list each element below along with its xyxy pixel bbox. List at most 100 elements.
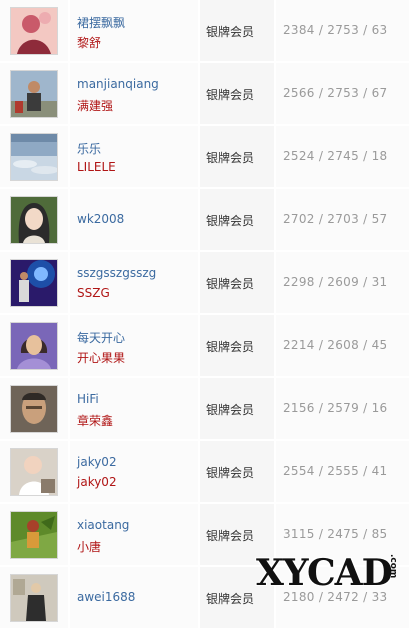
man-portrait-avatar <box>11 386 57 432</box>
member-stats: 2298 / 2609 / 31 <box>283 275 388 289</box>
level-cell: 银牌会员 <box>200 441 274 502</box>
member-level: 银牌会员 <box>206 340 255 354</box>
sky-clouds-avatar <box>11 134 57 180</box>
username-link[interactable]: xiaotang <box>77 518 129 532</box>
avatar-cell <box>0 63 68 124</box>
stats-cell: 2298 / 2609 / 31 <box>276 252 409 313</box>
man-standing-avatar <box>11 575 57 621</box>
member-row: 乐乐 LILELE 银牌会员 2524 / 2745 / 18 <box>0 126 409 187</box>
level-cell: 银牌会员 <box>200 63 274 124</box>
avatar-cell <box>0 0 68 61</box>
avatar[interactable] <box>10 259 58 307</box>
member-list: 裙摆飘飘 黎舒 银牌会员 2384 / 2753 / 63 manjianqia… <box>0 0 409 630</box>
avatar-cell <box>0 504 68 565</box>
avatar-cell <box>0 378 68 439</box>
member-stats: 2214 / 2608 / 45 <box>283 338 388 352</box>
avatar[interactable] <box>10 133 58 181</box>
avatar[interactable] <box>10 511 58 559</box>
name-cell: manjianqiang 满建强 <box>70 63 198 124</box>
member-stats: 2524 / 2745 / 18 <box>283 149 388 163</box>
level-cell: 银牌会员 <box>200 126 274 187</box>
avatar-cell <box>0 126 68 187</box>
member-row: manjianqiang 满建强 银牌会员 2566 / 2753 / 67 <box>0 63 409 124</box>
avatar[interactable] <box>10 196 58 244</box>
username-link[interactable]: manjianqiang <box>77 77 159 91</box>
avatar[interactable] <box>10 70 58 118</box>
username-link[interactable]: 乐乐 <box>77 140 101 157</box>
name-cell: 乐乐 LILELE <box>70 126 198 187</box>
name-cell: jaky02 jaky02 <box>70 441 198 502</box>
site-watermark: XYCAD .com <box>252 548 409 608</box>
name-cell: sszgsszgsszg SSZG <box>70 252 198 313</box>
stats-cell: 2702 / 2703 / 57 <box>276 189 409 250</box>
avatar-cell <box>0 315 68 376</box>
username-link[interactable]: 每天开心 <box>77 329 125 346</box>
avatar[interactable] <box>10 385 58 433</box>
name-cell: wk2008 <box>70 189 198 250</box>
stats-cell: 2554 / 2555 / 41 <box>276 441 409 502</box>
smiling-woman-avatar <box>11 323 57 369</box>
stats-cell: 2384 / 2753 / 63 <box>276 0 409 61</box>
avatar[interactable] <box>10 574 58 622</box>
nickname-label: 章荣鑫 <box>77 414 114 428</box>
anime-girl-avatar <box>11 197 57 243</box>
member-stats: 2156 / 2579 / 16 <box>283 401 388 415</box>
member-stats: 2566 / 2753 / 67 <box>283 86 388 100</box>
level-cell: 银牌会员 <box>200 378 274 439</box>
username-link[interactable]: 裙摆飘飘 <box>77 14 125 31</box>
level-cell: 银牌会员 <box>200 189 274 250</box>
nickname-label: 开心果果 <box>77 351 126 365</box>
name-cell: 每天开心 开心果果 <box>70 315 198 376</box>
member-level: 银牌会员 <box>206 214 255 228</box>
member-level: 银牌会员 <box>206 151 255 165</box>
member-stats: 2384 / 2753 / 63 <box>283 23 388 37</box>
name-cell: awei1688 <box>70 567 198 628</box>
guitar-player-avatar <box>11 260 57 306</box>
member-level: 银牌会员 <box>206 277 255 291</box>
member-row: 每天开心 开心果果 银牌会员 2214 / 2608 / 45 <box>0 315 409 376</box>
level-cell: 银牌会员 <box>200 315 274 376</box>
member-row: sszgsszgsszg SSZG 银牌会员 2298 / 2609 / 31 <box>0 252 409 313</box>
member-row: jaky02 jaky02 银牌会员 2554 / 2555 / 41 <box>0 441 409 502</box>
nickname-label: SSZG <box>77 286 110 300</box>
nickname-label: LILELE <box>77 160 116 174</box>
member-level: 银牌会员 <box>206 403 255 417</box>
baby-avatar <box>11 449 57 495</box>
username-link[interactable]: awei1688 <box>77 590 135 604</box>
avatar-cell <box>0 441 68 502</box>
avatar[interactable] <box>10 7 58 55</box>
member-stats: 3115 / 2475 / 85 <box>283 527 388 541</box>
username-link[interactable]: HiFi <box>77 392 99 406</box>
nickname-label: 小唐 <box>77 540 102 554</box>
woman-in-pink-avatar <box>11 8 57 54</box>
member-row: 裙摆飘飘 黎舒 银牌会员 2384 / 2753 / 63 <box>0 0 409 61</box>
member-level: 银牌会员 <box>206 466 255 480</box>
member-stats: 2554 / 2555 / 41 <box>283 464 388 478</box>
stats-cell: 2524 / 2745 / 18 <box>276 126 409 187</box>
avatar-cell <box>0 189 68 250</box>
watermark-suffix: .com <box>388 554 398 579</box>
avatar[interactable] <box>10 322 58 370</box>
name-cell: HiFi 章荣鑫 <box>70 378 198 439</box>
member-level: 银牌会员 <box>206 529 255 543</box>
avatar-cell <box>0 567 68 628</box>
avatar-cell <box>0 252 68 313</box>
username-link[interactable]: sszgsszgsszg <box>77 266 156 280</box>
tropical-person-avatar <box>11 512 57 558</box>
stats-cell: 2566 / 2753 / 67 <box>276 63 409 124</box>
stats-cell: 2214 / 2608 / 45 <box>276 315 409 376</box>
member-row: wk2008 银牌会员 2702 / 2703 / 57 <box>0 189 409 250</box>
name-cell: xiaotang 小唐 <box>70 504 198 565</box>
watermark-text: XYCAD <box>256 552 393 594</box>
level-cell: 银牌会员 <box>200 0 274 61</box>
nickname-label: jaky02 <box>77 475 117 489</box>
username-link[interactable]: jaky02 <box>77 455 117 469</box>
member-level: 银牌会员 <box>206 25 255 39</box>
nickname-label: 满建强 <box>77 99 114 113</box>
member-stats: 2702 / 2703 / 57 <box>283 212 388 226</box>
member-level: 银牌会员 <box>206 88 255 102</box>
man-outdoors-avatar <box>11 71 57 117</box>
username-link[interactable]: wk2008 <box>77 212 124 226</box>
level-cell: 银牌会员 <box>200 252 274 313</box>
avatar[interactable] <box>10 448 58 496</box>
